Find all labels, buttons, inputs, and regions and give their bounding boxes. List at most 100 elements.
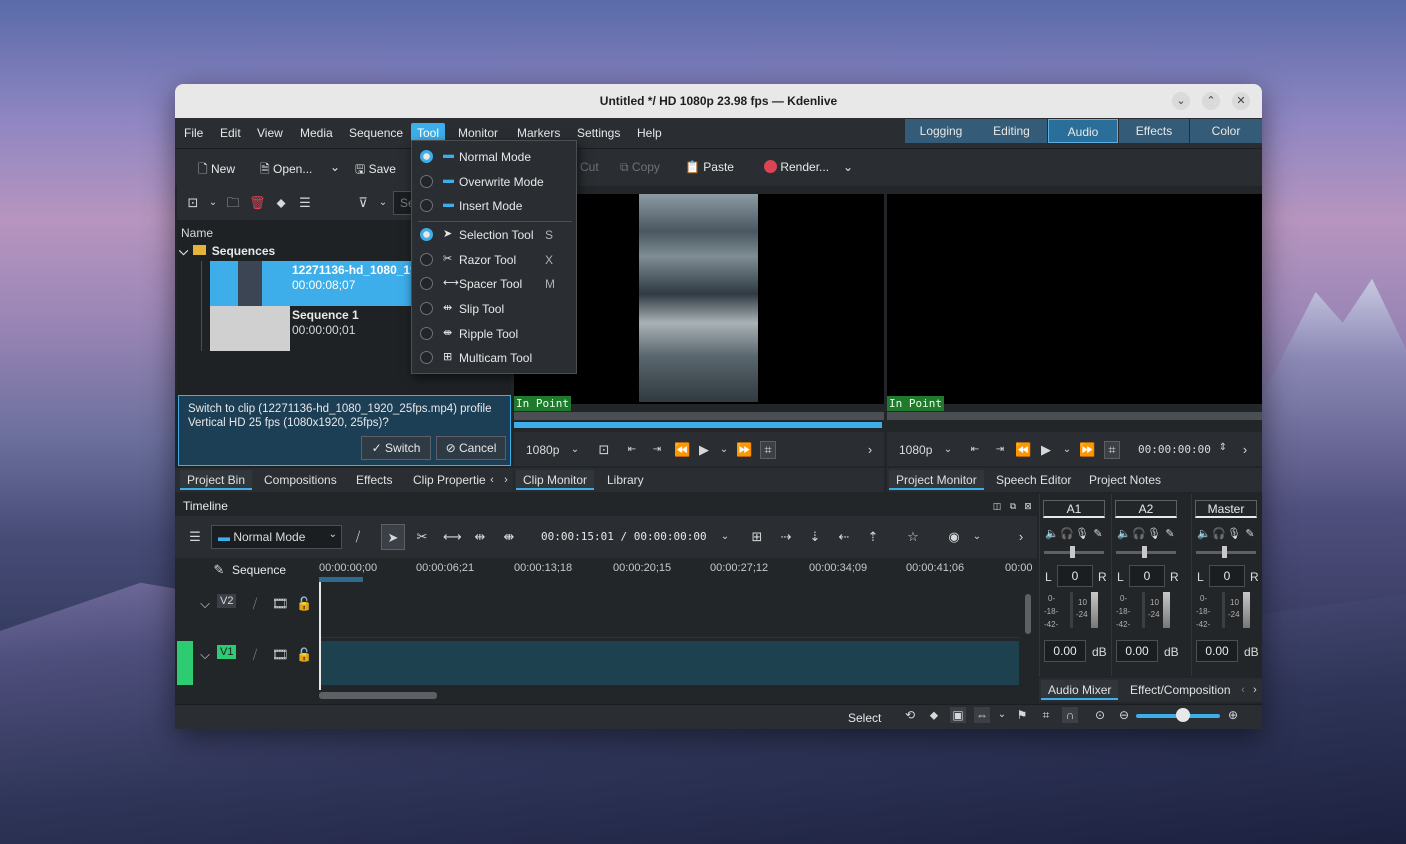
workspace-audio[interactable]: Audio [1048,119,1118,143]
filter-icon[interactable]: ⊽ [355,195,371,211]
marker-flag-icon[interactable]: ⚑ [1014,707,1030,723]
mute-icon[interactable]: 🔈 [1196,526,1212,542]
menu-help[interactable]: Help [631,123,668,144]
timecode-spinner-icon[interactable]: ⇕ [1215,440,1231,456]
collapse-v2-icon[interactable]: ⌵ [197,596,213,612]
paste-button[interactable]: 📋 Paste [685,160,734,174]
tab-speech-editor[interactable]: Speech Editor [989,470,1078,490]
mixer-tab-right-icon[interactable]: › [1247,682,1262,698]
effects-wand-icon[interactable]: ✎ [1090,526,1106,542]
track-v2[interactable] [319,584,1019,638]
forward-icon[interactable]: ⏩ [736,442,752,458]
spacer-tool-icon[interactable]: ⟷ [443,529,462,545]
volume-db-value[interactable]: 0.00 [1044,640,1086,662]
timeline-hscroll[interactable] [319,692,437,699]
record-mic-icon[interactable]: 🎙 [1074,526,1090,542]
project-monitor-screen[interactable] [887,194,1262,404]
volume-fader[interactable] [1091,592,1098,628]
play-dropdown-icon[interactable]: ⌄ [716,442,732,458]
close-panel-icon[interactable]: ⊠ [1020,498,1036,514]
sequences-folder[interactable]: ⌵ Sequences [179,244,275,259]
folder-icon[interactable]: 🗀 [225,195,241,211]
track-v1[interactable] [319,641,1019,685]
balance-value[interactable]: 0 [1057,565,1093,587]
close-icon[interactable]: ✕ [1232,92,1250,110]
menu-item-overwrite-mode[interactable]: ▬ Overwrite Mode [412,170,576,194]
record-mic-icon[interactable]: 🎙 [1146,526,1162,542]
menu-sequence[interactable]: Sequence [343,123,409,144]
project-resolution-dropdown-icon[interactable]: ⌄ [940,442,956,458]
restore-panel-icon[interactable]: ⧉ [1005,498,1021,514]
track-name-v1[interactable]: V1 [217,645,237,659]
clip-ruler[interactable] [514,412,884,420]
fit-zoom-icon[interactable]: ⌗ [1038,707,1054,723]
tab-project-bin[interactable]: Project Bin [180,470,253,490]
volume-db-value[interactable]: 0.00 [1116,640,1158,662]
slip-tool-icon[interactable]: ⇹ [472,529,488,545]
render-dropdown-icon[interactable]: ⌄ [843,160,853,174]
set-in-icon[interactable]: ⇤ [624,442,640,458]
volume-fader[interactable] [1163,592,1170,628]
tab-effect-composition[interactable]: Effect/Composition [1123,680,1238,700]
tag-icon[interactable]: ⬥ [273,195,289,211]
balance-value[interactable]: 0 [1129,565,1165,587]
selection-tool-icon[interactable]: ➤ [381,524,405,550]
workspace-color[interactable]: Color [1190,119,1262,143]
menu-item-slip-tool[interactable]: ⇹ Slip Tool [412,297,576,321]
favorite-icon[interactable]: ☆ [905,529,921,545]
project-set-out-icon[interactable]: ⇥ [992,442,1008,458]
menu-item-multicam-tool[interactable]: ⊞ Multicam Tool [412,346,576,370]
balance-value[interactable]: 0 [1209,565,1245,587]
workspace-editing[interactable]: Editing [976,119,1047,143]
add-clip-icon[interactable]: ⊡ [185,195,201,211]
copy-button[interactable]: ⧉ Copy [620,160,660,175]
solo-headphones-icon[interactable]: 🎧 [1059,526,1075,542]
mute-icon[interactable]: 🔈 [1044,526,1060,542]
record-dropdown-icon[interactable]: ⌄ [969,529,985,545]
menu-view[interactable]: View [251,123,289,144]
tab-project-monitor[interactable]: Project Monitor [889,470,984,490]
v1-hide-icon[interactable]: 🎞 [272,647,289,663]
tab-compositions[interactable]: Compositions [257,470,344,490]
timeline-more-icon[interactable]: › [1013,529,1029,545]
clip-timeline-bar[interactable] [514,422,882,428]
delete-icon[interactable]: 🗑 [249,195,266,211]
workspace-effects[interactable]: Effects [1119,119,1189,143]
tab-project-notes[interactable]: Project Notes [1082,470,1168,490]
switch-button[interactable]: ✓ Switch [361,436,431,460]
zoom-fit-icon[interactable]: ⊙ [1092,707,1108,723]
expand-icon[interactable]: ⌵ [179,244,188,258]
timeline-ruler[interactable]: 00:00:00;00 00:00:06;21 00:00:13;18 00:0… [319,558,1037,582]
effects-wand-icon[interactable]: ✎ [1242,526,1258,542]
zone-bar[interactable] [319,577,363,582]
filter-dropdown-icon[interactable]: ⌄ [375,195,391,211]
zoom-out-icon[interactable]: ⊖ [1116,707,1132,723]
track-name-v2[interactable]: V2 [217,594,237,608]
snap-icon[interactable]: ∩ [1062,707,1078,723]
menu-item-insert-mode[interactable]: ▬ Insert Mode [412,194,576,218]
list-view-icon[interactable]: ☰ [297,195,313,211]
project-crop-icon[interactable]: ⌗ [1104,441,1120,459]
spacer-toggle-icon[interactable]: ⧸ [350,529,366,545]
menu-media[interactable]: Media [294,123,339,144]
open-dropdown-icon[interactable]: ⌄ [330,160,340,174]
name-column-header[interactable]: Name [181,226,213,240]
project-set-in-icon[interactable]: ⇤ [967,442,983,458]
audio-wave-icon[interactable]: ⇔ [974,707,990,723]
tab-clip-properties[interactable]: Clip Propertie [406,470,493,490]
fit-icon[interactable]: ⊡ [596,442,612,458]
balance-handle[interactable] [1142,546,1147,558]
wave-dropdown-icon[interactable]: ⌄ [994,707,1010,723]
minimize-icon[interactable]: ⌄ [1172,92,1190,110]
zoom-in-icon[interactable]: ⊕ [1225,707,1241,723]
crop-icon[interactable]: ⌗ [760,441,776,459]
record-icon[interactable]: ◉ [946,529,962,545]
set-out-icon[interactable]: ⇥ [649,442,665,458]
new-button[interactable]: 🗋 New [198,160,235,181]
active-track-indicator[interactable] [177,641,193,685]
project-timecode[interactable]: 00:00:00:00 [1138,443,1211,456]
effects-wand-icon[interactable]: ✎ [1162,526,1178,542]
balance-handle[interactable] [1222,546,1227,558]
tag-icon[interactable]: ⬥ [926,707,942,723]
maximize-icon[interactable]: ⌃ [1202,92,1220,110]
